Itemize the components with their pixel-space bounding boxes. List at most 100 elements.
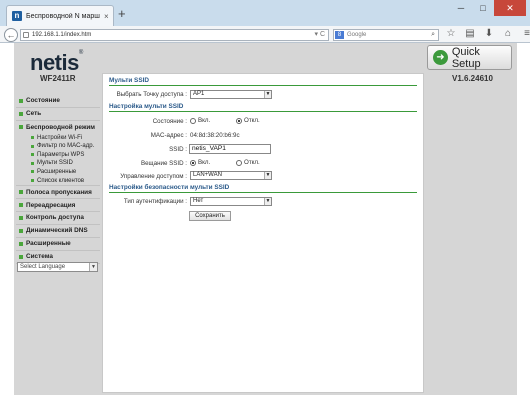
- quick-setup-icon: ➜: [433, 50, 448, 65]
- sidebar-item-status[interactable]: Состояние: [16, 95, 100, 108]
- toolbar-icons: ☆ ▤ ⬇ ⌂ ≡: [444, 27, 530, 41]
- bookmarks-list-icon[interactable]: ▤: [463, 27, 477, 41]
- save-button[interactable]: Сохранить: [189, 211, 231, 221]
- access-control-dropdown[interactable]: LAN+WAN ▼: [190, 171, 272, 180]
- sidebar-subitem-label: Настройки Wi-Fi: [37, 134, 83, 141]
- sidebar-subitem-label: Фильтр по MAC-адр.: [37, 143, 95, 150]
- sidebar-subitem-label: Мульти SSID: [37, 160, 73, 167]
- radio-label: Вкл.: [198, 159, 211, 166]
- broadcast-label: Вещание SSID :: [140, 160, 187, 167]
- search-engine-icon[interactable]: 8: [335, 31, 344, 39]
- reload-icon[interactable]: ▾ C: [314, 30, 325, 40]
- sidebar-item-bandwidth[interactable]: Полоса пропускания: [16, 186, 100, 200]
- sidebar-subitem-multi-ssid[interactable]: Мульти SSID: [16, 159, 100, 168]
- bullet-icon: [19, 111, 23, 116]
- radio-label: Откл.: [244, 117, 260, 124]
- ssid-input[interactable]: netis_VAP1: [189, 144, 271, 154]
- back-arrow-icon[interactable]: ←: [4, 28, 18, 42]
- bullet-icon: [31, 179, 34, 183]
- logo-trademark: ®: [78, 50, 83, 56]
- close-window-icon[interactable]: ✕: [494, 0, 526, 16]
- sidebar-item-forwarding[interactable]: Переадресация: [16, 199, 100, 212]
- sidebar-item-label: Контроль доступа: [26, 214, 84, 222]
- sidebar-item-network[interactable]: Сеть: [16, 108, 100, 121]
- quick-setup-button[interactable]: ➜ Quick Setup: [427, 45, 512, 70]
- page-info-icon: [23, 32, 29, 38]
- select-ap-dropdown[interactable]: AP1 ▼: [190, 90, 272, 99]
- radio-circle-icon: [236, 159, 242, 166]
- minimize-icon[interactable]: ─: [450, 0, 472, 16]
- browser-tab[interactable]: n Беспроводной N маршрутиз... ×: [6, 5, 114, 26]
- search-box[interactable]: 8 Google ⌕: [333, 29, 439, 41]
- maximize-icon[interactable]: □: [472, 0, 494, 16]
- bookmark-star-icon[interactable]: ☆: [444, 27, 458, 41]
- chevron-down-icon: ▼: [264, 198, 271, 205]
- broadcast-off-radio[interactable]: Откл.: [236, 159, 260, 166]
- auth-type-value: Нет: [193, 198, 204, 204]
- sidebar-subitem-advanced[interactable]: Расширенные: [16, 168, 100, 177]
- broadcast-on-radio[interactable]: Вкл.: [190, 159, 210, 166]
- search-placeholder: Google: [347, 32, 367, 38]
- state-on-radio[interactable]: Вкл.: [190, 117, 210, 124]
- sidebar-subitem-client-list[interactable]: Список клиентов: [16, 176, 100, 187]
- radio-selected-icon: [190, 159, 196, 166]
- auth-type-dropdown[interactable]: Нет ▼: [190, 197, 272, 206]
- bullet-icon: [31, 144, 34, 148]
- radio-circle-icon: [190, 117, 196, 124]
- state-label: Состояние :: [152, 118, 187, 125]
- netis-favicon-icon: n: [12, 11, 22, 21]
- access-control-label: Управление доступом :: [120, 173, 187, 180]
- firmware-version: V1.6.24610: [452, 74, 493, 83]
- sidebar-subitem-label: Параметры WPS: [37, 151, 85, 158]
- bullet-icon: [19, 215, 23, 220]
- chevron-down-icon: ▼: [89, 263, 97, 271]
- select-ap-label: Выбрать Точку доступа :: [116, 91, 187, 98]
- home-icon[interactable]: ⌂: [501, 27, 515, 41]
- sidebar-item-ddns[interactable]: Динамический DNS: [16, 225, 100, 238]
- bullet-icon: [31, 153, 34, 157]
- sidebar-item-label: Сеть: [26, 110, 42, 118]
- sidebar-item-wireless[interactable]: Беспроводной режим: [16, 121, 100, 134]
- sidebar-subitem-wifi-settings[interactable]: Настройки Wi-Fi: [16, 134, 100, 143]
- mac-value: 04:8d:38:20:b6:9c: [190, 132, 240, 139]
- radio-selected-icon: [236, 117, 242, 124]
- sidebar-item-advanced[interactable]: Расширенные: [16, 238, 100, 251]
- radio-label: Вкл.: [198, 117, 211, 124]
- menu-icon[interactable]: ≡: [520, 27, 530, 41]
- main-content-panel: Мульти SSID Выбрать Точку доступа : AP1 …: [102, 73, 424, 393]
- sidebar-item-label: Система: [26, 253, 53, 261]
- access-control-value: LAN+WAN: [193, 172, 222, 178]
- quick-setup-label: Quick Setup: [451, 45, 481, 70]
- bullet-icon: [19, 190, 23, 195]
- language-select[interactable]: Select Language ▼: [17, 262, 98, 272]
- state-off-radio[interactable]: Откл.: [236, 117, 260, 124]
- sidebar-item-access-control[interactable]: Контроль доступа: [16, 212, 100, 225]
- section-title-security: Настройки безопасности мульти SSID: [109, 184, 417, 193]
- netis-logo: netis®: [30, 50, 83, 76]
- url-text: 192.168.1.1/index.htm: [32, 32, 92, 38]
- ssid-label: SSID :: [169, 146, 187, 153]
- select-ap-value: AP1: [193, 91, 205, 97]
- download-icon[interactable]: ⬇: [482, 27, 496, 41]
- bullet-icon: [31, 161, 34, 165]
- sidebar-item-label: Полоса пропускания: [26, 188, 92, 196]
- magnifier-icon[interactable]: ⌕: [431, 30, 435, 40]
- sidebar-subitem-wps[interactable]: Параметры WPS: [16, 151, 100, 160]
- sidebar-subitem-label: Список клиентов: [37, 177, 85, 184]
- tab-title: Беспроводной N маршрутиз...: [26, 12, 100, 20]
- chevron-down-icon: ▼: [264, 172, 271, 179]
- window-controls: ─ □ ✕: [450, 0, 526, 16]
- sidebar-item-label: Состояние: [26, 97, 60, 105]
- bullet-icon: [31, 136, 34, 140]
- chevron-down-icon: ▼: [264, 91, 271, 98]
- address-bar[interactable]: 192.168.1.1/index.htm ▾ C: [20, 29, 329, 41]
- sidebar-item-label: Переадресация: [26, 201, 76, 209]
- bullet-icon: [19, 98, 23, 103]
- new-tab-button[interactable]: +: [118, 7, 126, 20]
- tab-close-icon[interactable]: ×: [104, 12, 109, 21]
- bullet-icon: [19, 203, 23, 207]
- sidebar-menu: Состояние Сеть Беспроводной режим Настро…: [16, 95, 100, 264]
- auth-type-label: Тип аутентификации :: [123, 198, 187, 205]
- bullet-icon: [19, 241, 23, 246]
- sidebar-subitem-mac-filter[interactable]: Фильтр по MAC-адр.: [16, 142, 100, 151]
